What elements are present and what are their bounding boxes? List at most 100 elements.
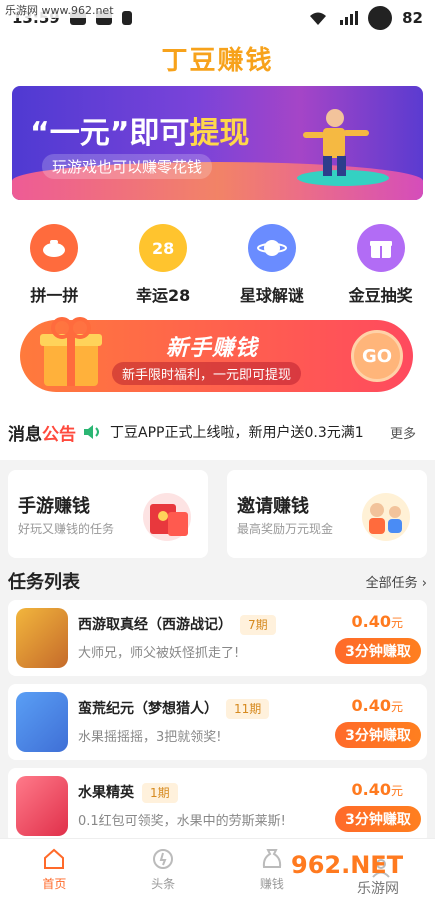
status-left: 乐游网 www.962.net 13:59 xyxy=(2,2,132,27)
card-subtitle: 最高奖励万元现金 xyxy=(237,522,334,536)
banner-headline: “一元”即可提现 xyxy=(30,108,249,152)
game-thumbnail xyxy=(16,608,68,668)
game-thumbnail xyxy=(16,776,68,836)
usb-icon xyxy=(121,11,132,25)
newbie-title: 新手赚钱 xyxy=(166,336,259,361)
task-reward-amount: 0.40 xyxy=(351,780,391,799)
task-row[interactable]: 蛮荒纪元（梦想猎人） 11期 水果摇摇摇，3把就领奖! 0.40元 3分钟赚取 xyxy=(8,684,427,760)
piggy-bank-icon xyxy=(30,224,79,272)
quick-nav: 拼一拼 28 幸运28 星球解谜 金豆抽奖 xyxy=(0,214,435,314)
quick-nav-label: 星球解谜 xyxy=(239,286,304,305)
nav-label: 赚钱 xyxy=(259,877,284,891)
gift-box-icon xyxy=(40,317,102,386)
notice-label: 消息公告 xyxy=(8,420,76,445)
banner-subtitle: 玩游戏也可以赚零花钱 xyxy=(42,154,213,179)
app-screen: { "status_bar": { "watermark": "乐游网 www.… xyxy=(0,0,435,900)
red-envelope-icon xyxy=(143,493,191,541)
home-icon xyxy=(44,848,65,869)
planet-icon xyxy=(247,224,296,272)
banner-section: “一元”即可提现 玩游戏也可以赚零花钱 xyxy=(0,80,435,214)
task-reward-unit: 元 xyxy=(390,700,403,714)
task-reward: 0.40元 xyxy=(352,612,404,631)
quick-nav-lucky28[interactable]: 28 幸运28 xyxy=(113,224,213,314)
task-list: 西游取真经（西游战记） 7期 大师兄，师父被妖怪抓走了! 0.40元 3分钟赚取 … xyxy=(8,600,427,852)
quick-nav-planet[interactable]: 星球解谜 xyxy=(222,224,322,314)
banner-headline-highlight: 提现 xyxy=(189,116,250,151)
quick-nav-label: 金豆抽奖 xyxy=(348,286,413,305)
earn-cards: 手游赚钱 好玩又赚钱的任务 邀请赚钱 最高奖励万元现金 xyxy=(0,460,435,566)
app-header: 丁豆赚钱 xyxy=(0,36,435,80)
news-icon xyxy=(153,849,174,869)
earn-button[interactable]: 3分钟赚取 xyxy=(335,806,421,832)
promo-banner[interactable]: “一元”即可提现 玩游戏也可以赚零花钱 xyxy=(12,86,423,200)
battery-icon xyxy=(368,6,393,30)
newbie-banner[interactable]: 新手赚钱 新手限时福利，一元即可提现 GO xyxy=(20,317,413,392)
nav-label: 首页 xyxy=(42,877,67,891)
site-watermark: 乐游网 www.962.net xyxy=(2,2,117,18)
task-reward-amount: 0.40 xyxy=(351,612,391,631)
task-name: 西游取真经（西游战记） 7期 xyxy=(78,614,276,635)
notice-label-black: 消息 xyxy=(8,424,42,445)
surfer-illustration xyxy=(297,109,389,186)
invite-earn-card[interactable]: 邀请赚钱 最高奖励万元现金 xyxy=(227,470,427,558)
nav-label: 头条 xyxy=(151,877,176,891)
task-title: 蛮荒纪元（梦想猎人） xyxy=(78,701,218,717)
task-description: 水果摇摇摇，3把就领奖! xyxy=(78,730,222,745)
task-name: 蛮荒纪元（梦想猎人） 11期 xyxy=(78,698,270,719)
task-period-badge: 1期 xyxy=(142,783,178,803)
lucky-28-icon: 28 xyxy=(139,224,188,272)
watermark-sub: 乐游网 xyxy=(357,881,399,897)
nav-news[interactable]: 头条 xyxy=(123,847,203,892)
mobile-game-earn-card[interactable]: 手游赚钱 好玩又赚钱的任务 xyxy=(8,470,208,558)
task-period-badge: 11期 xyxy=(226,699,270,719)
task-reward-amount: 0.40 xyxy=(351,696,391,715)
wifi-icon xyxy=(310,12,327,25)
task-description: 0.1红包可领奖，水果中的劳斯莱斯! xyxy=(78,814,286,829)
people-icon xyxy=(362,493,410,541)
task-reward: 0.40元 xyxy=(352,780,404,799)
task-title: 西游取真经（西游战记） xyxy=(78,617,232,633)
notice-bar[interactable]: 消息公告 丁豆APP正式上线啦，新用户送0.3元满1 更多 xyxy=(0,404,435,460)
watermark-brand: 962.NET xyxy=(291,851,404,879)
game-thumbnail xyxy=(16,692,68,752)
notice-text: 丁豆APP正式上线啦，新用户送0.3元满1 xyxy=(110,425,364,441)
task-period-badge: 7期 xyxy=(240,615,276,635)
notice-label-red: 公告 xyxy=(42,424,76,445)
status-right: 82 xyxy=(308,6,423,30)
task-reward-unit: 元 xyxy=(390,784,403,798)
quick-nav-label: 拼一拼 xyxy=(30,286,79,305)
speaker-icon xyxy=(84,425,99,439)
banner-headline-prefix: “一元”即可 xyxy=(30,116,190,151)
newbie-section: 新手赚钱 新手限时福利，一元即可提现 GO xyxy=(0,314,435,404)
quick-nav-label: 幸运28 xyxy=(135,286,191,305)
status-bar: 乐游网 www.962.net 13:59 82 xyxy=(0,0,435,36)
task-description: 大师兄，师父被妖怪抓走了! xyxy=(78,646,240,661)
go-button[interactable]: GO xyxy=(351,330,403,382)
task-list-header: 任务列表 全部任务 › xyxy=(0,566,435,596)
notice-more-link[interactable]: 更多 xyxy=(390,423,416,442)
site-watermark-logo: 962.NET 乐游网 xyxy=(291,851,404,897)
task-name: 水果精英 1期 xyxy=(78,782,178,803)
task-row[interactable]: 水果精英 1期 0.1红包可领奖，水果中的劳斯莱斯! 0.40元 3分钟赚取 xyxy=(8,768,427,844)
all-tasks-link[interactable]: 全部任务 › xyxy=(366,572,427,591)
task-row[interactable]: 西游取真经（西游战记） 7期 大师兄，师父被妖怪抓走了! 0.40元 3分钟赚取 xyxy=(8,600,427,676)
gift-icon xyxy=(356,224,405,272)
quick-nav-lottery[interactable]: 金豆抽奖 xyxy=(331,224,431,314)
app-title: 丁豆赚钱 xyxy=(161,45,274,76)
earn-button[interactable]: 3分钟赚取 xyxy=(335,638,421,664)
task-reward-unit: 元 xyxy=(390,616,403,630)
money-bag-icon xyxy=(262,849,281,868)
quick-nav-pinyipin[interactable]: 拼一拼 xyxy=(4,224,104,314)
nav-home[interactable]: 首页 xyxy=(14,847,94,892)
bottom-nav: 首页 头条 赚钱 962.NET 乐游网 xyxy=(0,838,435,900)
task-title: 水果精英 xyxy=(78,785,134,801)
card-title: 手游赚钱 xyxy=(18,496,90,517)
task-reward: 0.40元 xyxy=(352,696,404,715)
card-subtitle: 好玩又赚钱的任务 xyxy=(18,522,115,536)
newbie-subtitle: 新手限时福利，一元即可提现 xyxy=(112,362,302,385)
earn-button[interactable]: 3分钟赚取 xyxy=(335,722,421,748)
battery-level: 82 xyxy=(402,9,423,27)
signal-icon xyxy=(340,11,359,25)
task-list-title: 任务列表 xyxy=(8,572,80,593)
card-title: 邀请赚钱 xyxy=(237,496,309,517)
